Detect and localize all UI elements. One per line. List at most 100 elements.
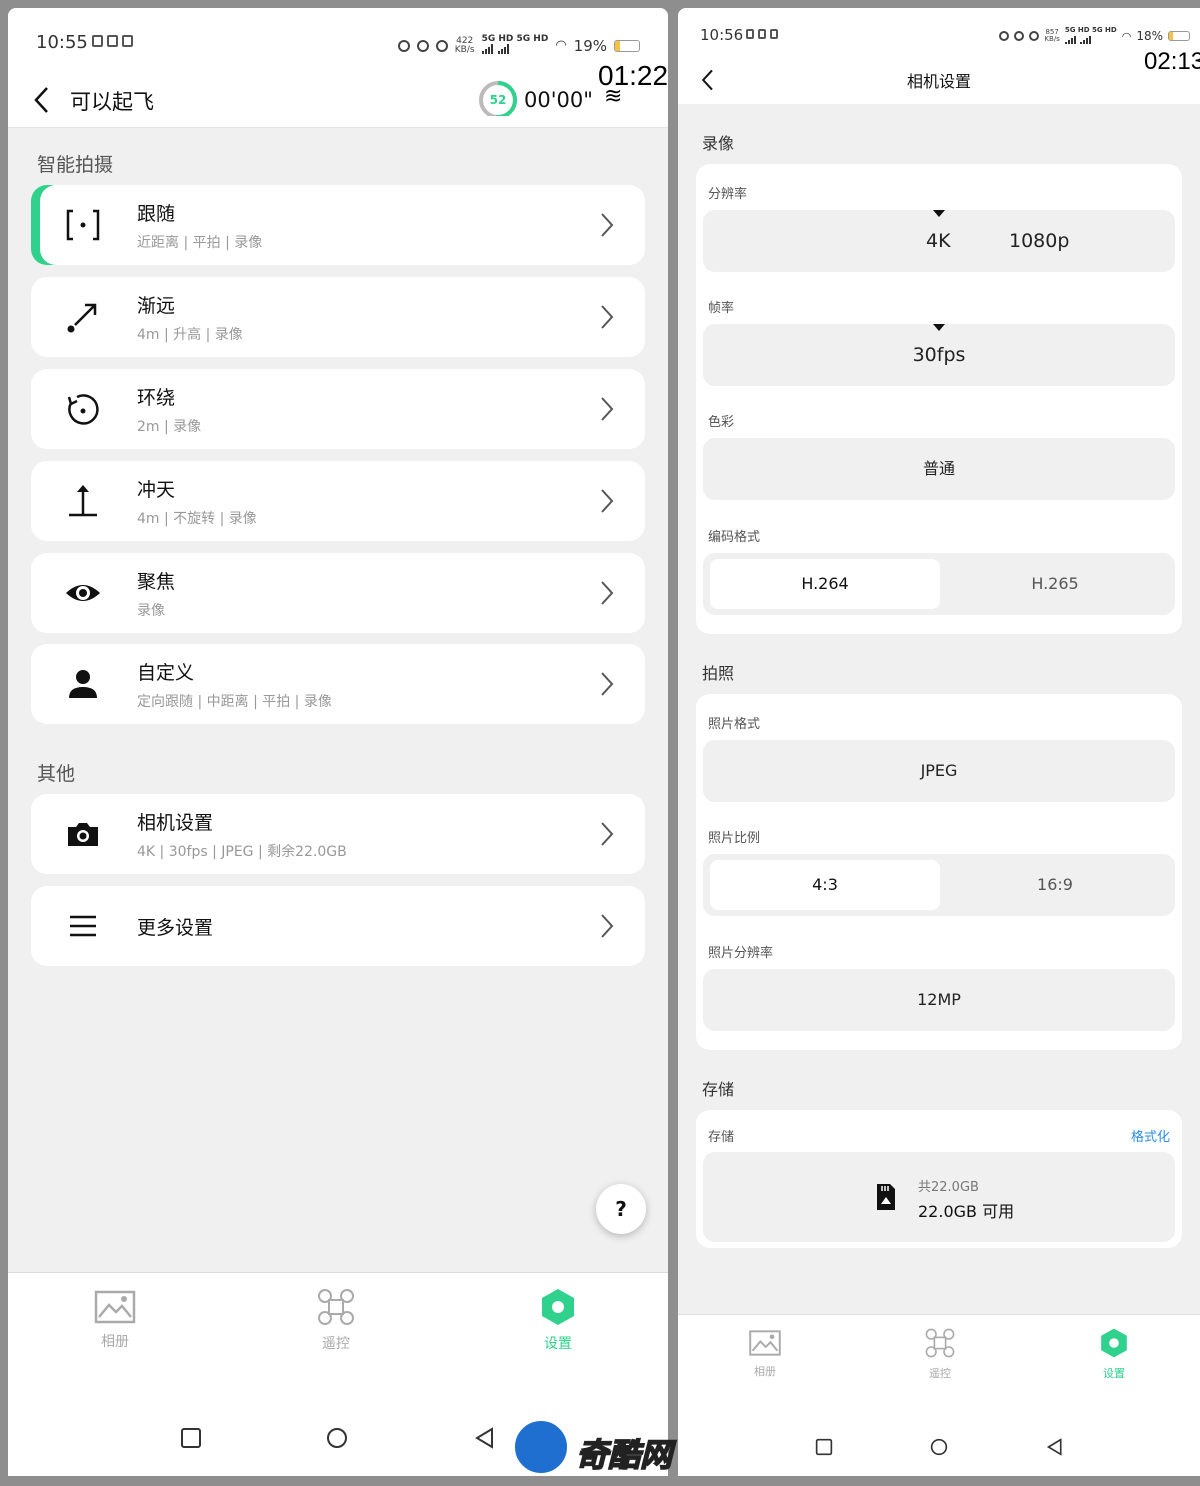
- section-title-photo: 拍照: [702, 664, 735, 683]
- storage-total: 共22.0GB: [918, 1180, 979, 1195]
- mode-card-orbit[interactable]: 环绕 2m | 录像: [31, 369, 645, 449]
- mic-icon: [1029, 31, 1040, 41]
- card-subtitle: 定向跟随 | 中距离 | 平拍 | 录像: [137, 693, 332, 710]
- ratio-option-16-9[interactable]: 16:9: [940, 860, 1170, 910]
- card-subtitle: 4m | 升高 | 录像: [137, 326, 243, 343]
- top-bar: 可以起飞 52 00'00": [8, 72, 668, 128]
- photo-ratio-segmented: 4:3 16:9: [703, 854, 1175, 916]
- field-label-color: 色彩: [708, 415, 735, 430]
- nav-remote-label: 遥控: [322, 1336, 350, 1352]
- orbit-icon: [59, 385, 107, 433]
- help-button[interactable]: ?: [596, 1184, 646, 1234]
- nav-album-label: 相册: [101, 1334, 129, 1350]
- color-value[interactable]: 普通: [703, 438, 1175, 500]
- resolution-option-1080p[interactable]: 1080p: [1009, 210, 1069, 272]
- home-icon[interactable]: [930, 1438, 948, 1456]
- album-icon: [749, 1330, 781, 1356]
- resolution-option-4k[interactable]: 4K: [926, 210, 951, 272]
- card-title: 自定义: [137, 661, 195, 684]
- battery-percent: 19%: [573, 36, 607, 55]
- overlay-wifi-icon: ≋: [604, 84, 623, 109]
- back-button[interactable]: [26, 84, 58, 116]
- color-picker[interactable]: 普通: [703, 438, 1175, 500]
- photo-resolution-picker[interactable]: 12MP: [703, 969, 1175, 1031]
- section-title-smart-shoot: 智能拍摄: [37, 154, 114, 176]
- chevron-right-icon: [601, 213, 614, 237]
- network-type: 5G HD 5G HD: [1064, 26, 1117, 46]
- notification-icons: [92, 35, 133, 47]
- mode-card-focus[interactable]: 聚焦 录像: [31, 553, 645, 633]
- drone-icon: [925, 1328, 955, 1358]
- mode-card-follow[interactable]: 跟随 近距离 | 平拍 | 录像: [31, 185, 645, 265]
- card-title: 环绕: [137, 386, 176, 409]
- codec-option-h264[interactable]: H.264: [710, 559, 940, 609]
- network-speed: 422 KB/s: [454, 35, 475, 55]
- battery-icon: [614, 39, 640, 52]
- field-label-photo-ratio: 照片比例: [708, 831, 761, 846]
- mode-card-rocket[interactable]: 冲天 4m | 不旋转 | 录像: [31, 461, 645, 541]
- drone-battery-ring: 52: [478, 76, 518, 119]
- nav-remote[interactable]: 遥控: [924, 1327, 956, 1381]
- photo-format-value[interactable]: JPEG: [703, 740, 1175, 802]
- left-phone-screen: 10:55 422 KB/s 5G HD 5G HD ◠ 19% 可以起飞 52…: [8, 8, 668, 1476]
- alarm-icon: [397, 39, 410, 52]
- back-chevron-icon: [34, 87, 48, 113]
- resolution-picker[interactable]: 4K 1080p: [703, 210, 1175, 272]
- photo-resolution-value[interactable]: 12MP: [703, 969, 1175, 1031]
- codec-segmented: H.264 H.265: [703, 553, 1175, 615]
- storage-available: 22.0GB 可用: [918, 1202, 1015, 1221]
- location-icon: [416, 39, 429, 52]
- card-title: 更多设置: [137, 916, 214, 939]
- ratio-option-4-3[interactable]: 4:3: [710, 860, 940, 910]
- status-right-group: 857 KB/s 5G HD 5G HD ◠ 18%: [999, 26, 1190, 46]
- format-storage-link[interactable]: 格式化: [1131, 1126, 1170, 1145]
- chevron-right-icon: [601, 489, 614, 513]
- battery-icon: [1168, 31, 1190, 41]
- signal-icon: [1064, 34, 1091, 44]
- signal-icon: [481, 44, 509, 54]
- recent-apps-icon[interactable]: [815, 1438, 833, 1456]
- mode-card-dronie[interactable]: 渐远 4m | 升高 | 录像: [31, 277, 645, 357]
- codec-option-h265[interactable]: H.265: [940, 559, 1170, 609]
- status-right-group: 422 KB/s 5G HD 5G HD ◠ 19%: [397, 34, 640, 57]
- watermark-logo: 奇酷网: [512, 1418, 688, 1478]
- card-title: 相机设置: [137, 811, 214, 834]
- photo-format-picker[interactable]: JPEG: [703, 740, 1175, 802]
- card-title: 冲天: [137, 478, 176, 501]
- nav-album-label: 相册: [754, 1365, 776, 1378]
- card-subtitle: 录像: [137, 602, 165, 619]
- nav-album[interactable]: 相册: [748, 1329, 782, 1379]
- card-subtitle: 4m | 不旋转 | 录像: [137, 510, 257, 527]
- nav-settings[interactable]: 设置: [538, 1287, 578, 1353]
- framerate-picker[interactable]: 30fps: [703, 324, 1175, 386]
- home-icon[interactable]: [326, 1427, 348, 1449]
- mode-card-custom[interactable]: 自定义定向跟随 | 中距离 | 平拍 | 录像: [31, 644, 645, 724]
- nav-settings[interactable]: 设置: [1098, 1327, 1130, 1381]
- settings-hex-icon: [1101, 1328, 1127, 1358]
- recent-apps-icon[interactable]: [180, 1427, 202, 1449]
- network-type: 5G HD 5G HD: [481, 34, 548, 57]
- nav-album[interactable]: 相册: [94, 1289, 136, 1351]
- bottom-nav: 相册 遥控 设置: [678, 1314, 1200, 1476]
- camera-settings-card[interactable]: 相机设置 4K | 30fps | JPEG | 剩余22.0GB: [31, 794, 645, 874]
- mic-icon: [435, 39, 448, 52]
- video-panel: 分辨率 4K 1080p 帧率 30fps 色彩 普通 编码格式 H.264 H…: [696, 164, 1182, 634]
- card-title: 渐远: [137, 294, 176, 317]
- settings-hex-icon: [542, 1289, 574, 1325]
- card-subtitle: 4K | 30fps | JPEG | 剩余22.0GB: [137, 843, 347, 860]
- system-back-icon[interactable]: [474, 1427, 496, 1449]
- chevron-right-icon: [601, 822, 614, 846]
- network-speed: 857 KB/s: [1044, 28, 1060, 43]
- chevron-right-icon: [601, 397, 614, 421]
- battery-percent: 18%: [1136, 29, 1163, 43]
- nav-remote[interactable]: 遥控: [316, 1287, 356, 1353]
- follow-focus-icon: [59, 201, 107, 249]
- page-title: 可以起飞: [70, 90, 154, 114]
- chevron-right-icon: [601, 305, 614, 329]
- more-settings-card[interactable]: 更多设置: [31, 886, 645, 966]
- framerate-value[interactable]: 30fps: [703, 324, 1175, 386]
- camera-icon: [59, 810, 107, 858]
- system-back-icon[interactable]: [1046, 1438, 1064, 1456]
- status-bar: 10:55 422 KB/s 5G HD 5G HD ◠ 19%: [8, 8, 668, 72]
- section-title-storage: 存储: [702, 1080, 735, 1099]
